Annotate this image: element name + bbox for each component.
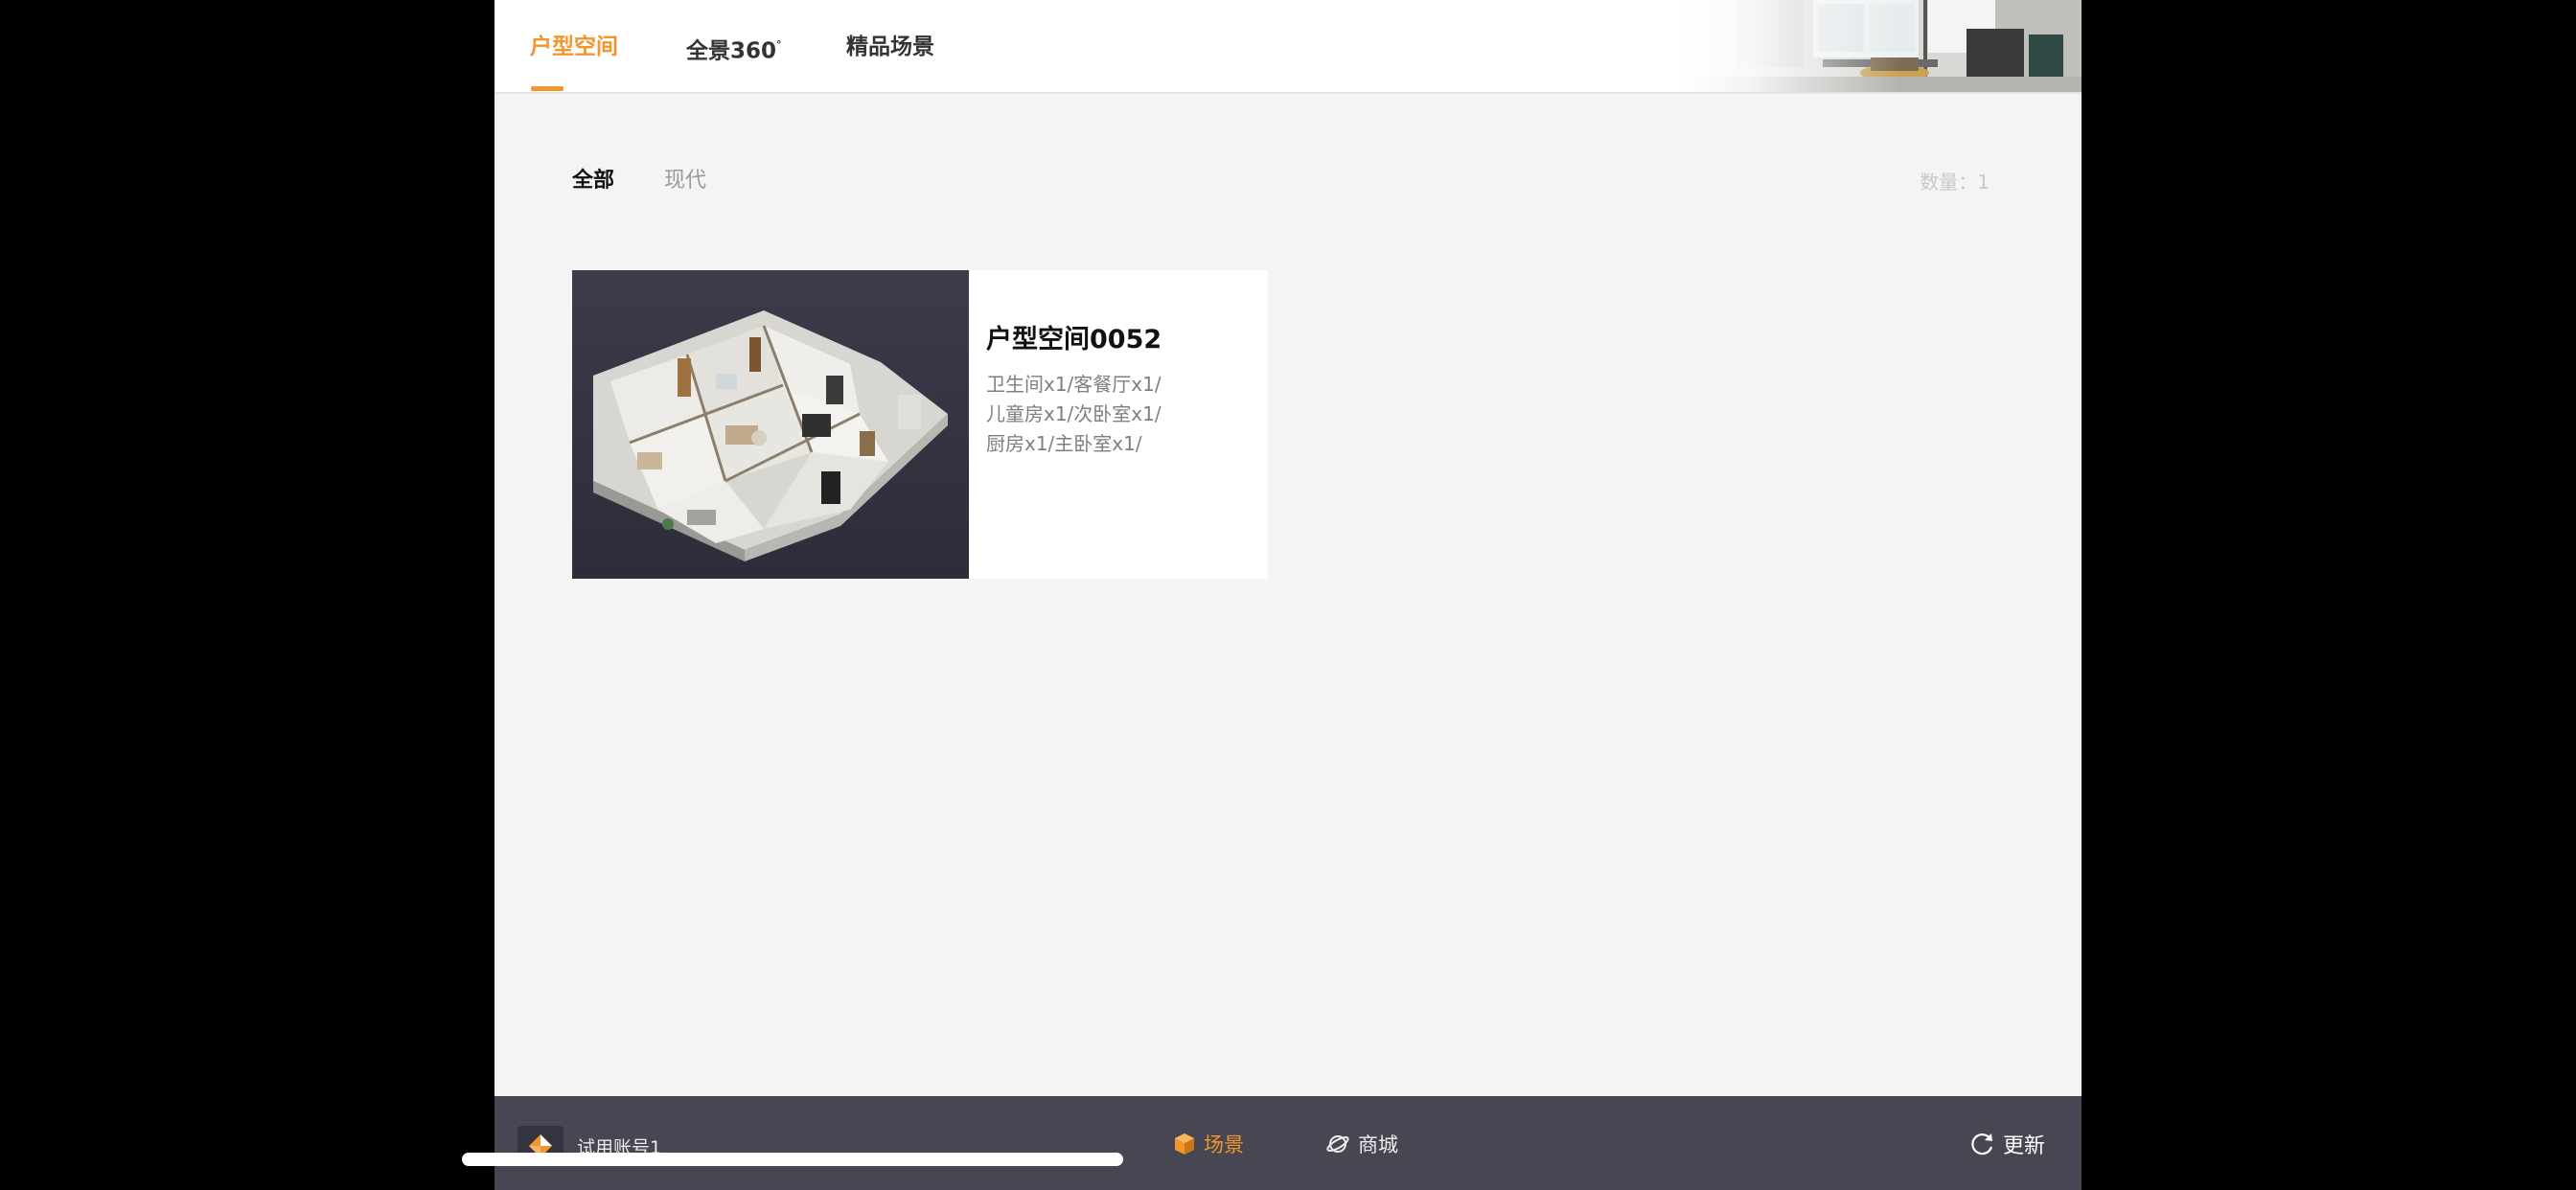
tab-floor-plan[interactable]: 户型空间 bbox=[530, 33, 618, 61]
home-indicator[interactable] bbox=[462, 1153, 1123, 1166]
tab-floor-plan-label: 户型空间 bbox=[530, 34, 618, 59]
scene-card[interactable]: 户型空间0052 卫生间x1/客餐厅x1/ 儿童房x1/次卧室x1/ 厨房x1/… bbox=[572, 270, 1268, 579]
nav-scene-label: 场景 bbox=[1204, 1133, 1244, 1156]
room-summary-line: 儿童房x1/次卧室x1/ bbox=[986, 402, 1162, 425]
cube-icon bbox=[1175, 1133, 1194, 1155]
nav-mall[interactable]: 商城 bbox=[1325, 1127, 1398, 1161]
room-summary-line: 厨房x1/主卧室x1/ bbox=[986, 432, 1142, 455]
nav-mall-label: 商城 bbox=[1358, 1133, 1398, 1156]
filter-all[interactable]: 全部 bbox=[572, 167, 614, 195]
update-label: 更新 bbox=[2002, 1134, 2045, 1158]
scene-title: 户型空间0052 bbox=[986, 325, 1162, 355]
nav-scene[interactable]: 场景 bbox=[1173, 1127, 1244, 1161]
planet-icon bbox=[1326, 1135, 1349, 1153]
tab-featured-label: 精品场景 bbox=[846, 34, 934, 59]
tab-featured-scenes[interactable]: 精品场景 bbox=[846, 33, 934, 61]
filter-all-label: 全部 bbox=[572, 169, 615, 193]
degree-sign: ° bbox=[776, 38, 782, 51]
count-value: 1 bbox=[1977, 171, 1990, 194]
room-summary: 卫生间x1/客餐厅x1/ 儿童房x1/次卧室x1/ 厨房x1/主卧室x1/ bbox=[986, 370, 1226, 459]
item-count: 数量：1 bbox=[1920, 169, 1990, 195]
active-tab-indicator bbox=[531, 86, 564, 91]
header-interior-photo bbox=[1679, 0, 2082, 92]
top-tab-bar: 户型空间 全景360° 精品场景 bbox=[494, 0, 2082, 94]
filter-modern-label: 现代 bbox=[664, 169, 707, 193]
app-window: 户型空间 全景360° 精品场景 全部 现代 数量：1 户型空间0052 卫生间… bbox=[494, 0, 2082, 1190]
refresh-icon bbox=[1971, 1133, 1993, 1156]
count-label: 数量： bbox=[1920, 171, 1978, 194]
tab-panorama-360[interactable]: 全景360° bbox=[686, 33, 782, 64]
room-summary-line: 卫生间x1/客餐厅x1/ bbox=[986, 373, 1162, 396]
tab-panorama-label: 全景360 bbox=[686, 38, 777, 64]
floor-plan-thumbnail bbox=[572, 270, 969, 579]
bottom-nav-bar: 试用账号1 场景 商城 更新 bbox=[494, 1096, 2082, 1190]
update-button[interactable]: 更新 bbox=[1970, 1127, 2045, 1161]
filter-modern[interactable]: 现代 bbox=[664, 167, 706, 195]
